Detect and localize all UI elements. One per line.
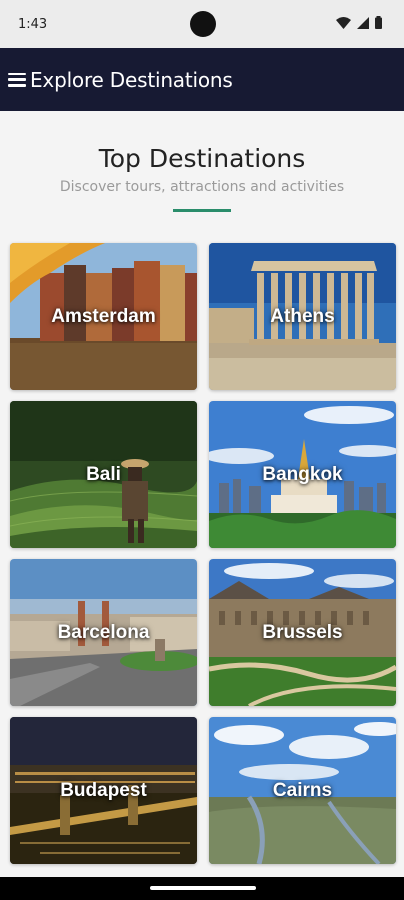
destination-name: Cairns	[272, 779, 333, 801]
signal-icon	[357, 16, 369, 29]
app-bar: Explore Destinations	[0, 48, 404, 111]
destination-name: Bali	[86, 463, 121, 485]
status-bar: 1:43	[0, 0, 404, 48]
destination-card-athens[interactable]: Athens	[209, 243, 396, 390]
front-camera	[190, 11, 216, 37]
destination-name: Amsterdam	[51, 305, 156, 327]
section-title: Top Destinations	[98, 144, 306, 173]
section-subtitle: Discover tours, attractions and activiti…	[59, 179, 345, 195]
status-time: 1:43	[18, 16, 48, 32]
app-title: Explore Destinations	[30, 67, 233, 92]
destination-card-bangkok[interactable]: Bangkok	[209, 401, 396, 548]
title-divider	[173, 209, 231, 212]
destination-card-barcelona[interactable]: Barcelona	[10, 559, 197, 706]
destination-card-bali[interactable]: Bali	[10, 401, 197, 548]
destination-card-cairns[interactable]: Cairns	[209, 717, 396, 864]
destination-card-brussels[interactable]: Brussels	[209, 559, 396, 706]
battery-icon	[375, 16, 382, 29]
destination-card-amsterdam[interactable]: Amsterdam	[10, 243, 197, 390]
destinations-grid: Amsterdam Athens Bali Bangkok Barcelona …	[10, 243, 396, 864]
destination-name: Brussels	[262, 621, 343, 643]
home-indicator[interactable]	[150, 886, 256, 890]
status-icons	[336, 16, 382, 29]
main-content[interactable]: Top Destinations Discover tours, attract…	[0, 111, 404, 877]
destination-name: Barcelona	[57, 621, 150, 643]
system-nav-bar	[0, 877, 404, 900]
hamburger-menu-icon[interactable]	[8, 72, 26, 87]
destination-name: Bangkok	[262, 463, 343, 485]
destination-name: Budapest	[60, 779, 147, 801]
wifi-icon	[336, 16, 351, 29]
destination-name: Athens	[270, 305, 335, 327]
destination-card-budapest[interactable]: Budapest	[10, 717, 197, 864]
